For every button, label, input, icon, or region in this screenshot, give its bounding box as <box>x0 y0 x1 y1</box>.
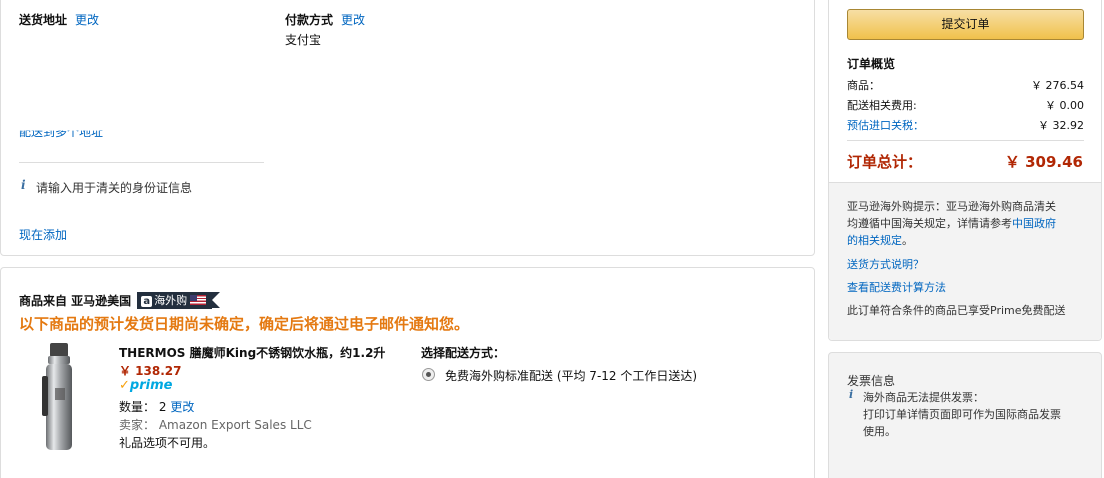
customs-notice-line1: 亚马逊海外购提示：亚马逊海外购商品清关 <box>847 200 1056 213</box>
gov-regulation-link-part2[interactable]: 的相关规定 <box>847 234 902 247</box>
payment-change-link[interactable]: 更改 <box>341 11 365 28</box>
quantity-value: 2 <box>158 400 167 414</box>
invoice-title: 发票信息 <box>847 374 896 388</box>
customs-notice-line3: 的相关规定。 <box>847 232 913 248</box>
summary-row-value: ￥ 276.54 <box>1031 79 1084 92</box>
invoice-line2: 打印订单详情页面即可作为国际商品发票 <box>863 408 1061 421</box>
payment-method: 支付宝 <box>285 33 322 47</box>
badge-text: 海外购 <box>154 294 188 307</box>
shipment-box: 商品来自 亚马逊美国 a 海外购 以下商品的预计发货日期尚未确定，确定后将通过电子邮… <box>0 267 815 478</box>
order-notes-panel: 亚马逊海外购提示：亚马逊海外购商品清关 均遵循中国海关规定，详情请参考中国政府 … <box>829 182 1101 340</box>
item-seller: 卖家： Amazon Export Sales LLC <box>119 416 312 433</box>
invoice-box: 发票信息 i 海外商品无法提供发票： 打印订单详情页面即可作为国际商品发票 使用… <box>828 352 1102 478</box>
summary-row-label: 配送相关费用: <box>847 99 917 112</box>
shipment-from-label: 商品来自 亚马逊美国 <box>19 294 132 308</box>
submit-order-button[interactable]: 提交订单 <box>847 9 1084 40</box>
item-quantity: 数量： 2 更改 <box>119 398 194 415</box>
seller-label: 卖家： <box>119 418 156 432</box>
id-info-text: 请输入用于清关的身份证信息 <box>36 181 193 195</box>
customs-notice-text: 均遵循中国海关规定，详情请参考 <box>847 217 1012 230</box>
summary-row-items: 商品： ￥ 276.54 <box>847 77 1084 93</box>
add-now-link[interactable]: 现在添加 <box>19 226 67 243</box>
payment-label: 付款方式 <box>285 13 334 27</box>
summary-row-label: 商品： <box>847 79 880 92</box>
info-icon: i <box>849 388 854 401</box>
gov-regulation-link-part1[interactable]: 中国政府 <box>1012 217 1056 230</box>
radio-selected-icon[interactable] <box>422 368 435 381</box>
item-price: ￥ 138.27 <box>119 364 182 378</box>
delivery-option[interactable]: 免费海外购标准配送 (平均 7-12 个工作日送达) <box>445 367 697 384</box>
thermos-bottle-image <box>42 343 72 450</box>
prime-notice: 此订单符合条件的商品已享受Prime免费配送 <box>847 304 1066 317</box>
address-payment-box: 送货地址 更改 付款方式 更改 支付宝 配送到多个地址 i 请输入用于清关的身份… <box>0 0 815 256</box>
multi-address-link[interactable]: 配送到多个地址 <box>19 131 103 140</box>
gift-options: 礼品选项不可用。 <box>119 436 216 450</box>
item-title[interactable]: THERMOS 膳魔师King不锈钢饮水瓶，约1.2升 <box>119 344 385 361</box>
seller-name: Amazon Export Sales LLC <box>158 418 312 432</box>
total-value: ￥ 309.46 <box>1004 153 1083 171</box>
quantity-change-link[interactable]: 更改 <box>170 400 194 414</box>
quantity-label: 数量： <box>119 400 156 414</box>
prime-text: prime <box>129 378 173 393</box>
customs-notice-suffix: 。 <box>902 234 913 247</box>
invoice-line1: 海外商品无法提供发票： <box>863 391 984 404</box>
address-change-link[interactable]: 更改 <box>75 11 99 28</box>
shipment-notice: 以下商品的预计发货日期尚未确定，确定后将通过电子邮件通知您。 <box>19 315 470 333</box>
import-duty-link[interactable]: 预估进口关税： <box>847 117 924 133</box>
address-divider <box>19 162 264 163</box>
summary-row-duty: 预估进口关税： ￥ 32.92 <box>847 117 1084 133</box>
summary-row-shipping: 配送相关费用: ￥ 0.00 <box>847 97 1084 113</box>
amazon-a-icon: a <box>141 296 153 307</box>
shipment-header: 商品来自 亚马逊美国 a 海外购 <box>19 292 221 309</box>
summary-row-value: ￥ 0.00 <box>1045 99 1084 112</box>
prime-logo: ✓prime <box>119 378 173 393</box>
us-flag-icon <box>190 295 207 305</box>
shipping-desc-link[interactable]: 送货方式说明？ <box>847 256 924 272</box>
global-store-badge: a 海外购 <box>137 292 221 309</box>
total-divider-top <box>847 140 1084 141</box>
summary-row-value: ￥ 32.92 <box>1038 119 1084 132</box>
invoice-line3: 使用。 <box>863 425 896 438</box>
total-label: 订单总计： <box>847 153 923 171</box>
info-icon: i <box>21 178 26 192</box>
summary-title: 订单概览 <box>847 57 896 71</box>
customs-notice-line2: 均遵循中国海关规定，详情请参考中国政府 <box>847 215 1056 231</box>
delivery-label: 选择配送方式： <box>421 346 506 360</box>
fee-calc-link[interactable]: 查看配送费计算方法 <box>847 279 946 295</box>
address-label: 送货地址 <box>19 13 68 27</box>
order-summary-box: 提交订单 订单概览 商品： ￥ 276.54 配送相关费用: ￥ 0.00 预估… <box>828 0 1102 341</box>
